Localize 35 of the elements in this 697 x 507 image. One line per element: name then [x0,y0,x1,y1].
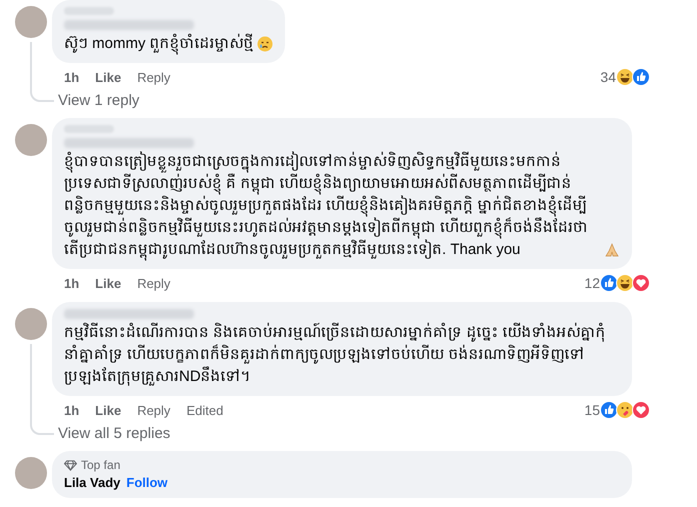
reply-link[interactable]: Reply [137,402,170,418]
author-name[interactable]: Lila Vady [64,475,120,490]
reaction-count[interactable]: 12 [584,275,600,291]
avatar[interactable] [15,308,47,340]
top-fan-label: Top fan [81,458,120,472]
like-link[interactable]: Like [95,402,122,418]
comment-text: កម្មវិធីនោះដំណើរការបាន និងគេចាប់អារម្មណ៍ច្រើនដោយសារម្នាក់គាំទ្រ ដូច្នេះ យើងទាំងអស់គ្នាកុំនាំគ្នាគាំទ្រ ហើយបេក្ខភាពក៏មិនគួរដាក់ពាក្យចូលប្រឡងទៅចប់ហើយ ចង់នរណាទិញអីទិញទៅប្រឡងតែក្រុមគ្រួសារNDនឹងទៅ។ [64,322,607,388]
like-link[interactable]: Like [95,276,122,290]
avatar[interactable] [15,457,47,489]
follow-link[interactable]: Follow [126,475,168,490]
reply-link[interactable]: Reply [137,276,170,290]
avatar[interactable] [15,124,47,156]
reply-link[interactable]: Reply [137,70,170,84]
reaction-count[interactable]: 34 [600,69,616,85]
laughing-reaction-icon [616,68,634,86]
comment-time[interactable]: 1h [64,276,80,290]
crying-face-icon [256,36,273,52]
laughing-reaction-icon [616,274,634,292]
reaction-count[interactable]: 15 [584,402,600,418]
hugging-face-icon [616,401,634,419]
like-reaction-icon [600,274,618,292]
like-link[interactable]: Like [95,70,122,84]
edited-label: Edited [186,402,224,418]
comment-text: ស៊ូៗ mommy ពួកខ្ញុំចាំដេរម្ចាស់ថ្មី [64,33,254,55]
heart-reaction-icon [632,274,650,292]
comment-time[interactable]: 1h [64,70,80,84]
view-replies-link[interactable]: View all 5 replies [58,425,170,442]
view-replies-link[interactable]: View 1 reply [58,92,140,109]
heart-reaction-icon [632,401,650,419]
diamond-icon [64,460,77,470]
like-reaction-icon [632,68,650,86]
comment-text: ខ្ញុំបាទបានត្រៀមខ្លួនរួចជាស្រេចក្នុងការដៀលទៅកាន់ម្ចាស់ទិញសិទ្ធកម្មវិធីមួយនេះមកកាន់ប្រទេសជាទីស្រលាញ់របស់ខ្ញុំ គឺ កម្ពុជា ហើយខ្ញុំនិងព្យាយាមអោយអស់ពីសមត្ថភាពដើម្បីជាន់ពន្លិចកម្មមួយនេះនិងម្ចាស់ចូលរួមប្រកួតផងដែរ ហើយខ្ញុំនិងគៀងគរមិត្តភក្តិ ម្នាក់ជិតខាងខ្ញុំដើម្បីចូលរួមជាន់ពន្លិចកម្មវិធីមួយនេះរហូតដល់អវត្តមានម្តងទៀតពីកម្ពុជា ហើយពួកខ្ញុំក៏ចង់នឹងដែរថា តើប្រជាជនកម្ពុជារូបណាដែលហ៊ានចូលរួមប្រកួតកម្មវិធីមួយនេះទៀត. Thank you [64,151,601,261]
avatar[interactable] [15,6,47,38]
like-reaction-icon [600,401,618,419]
comment-time[interactable]: 1h [64,402,80,418]
